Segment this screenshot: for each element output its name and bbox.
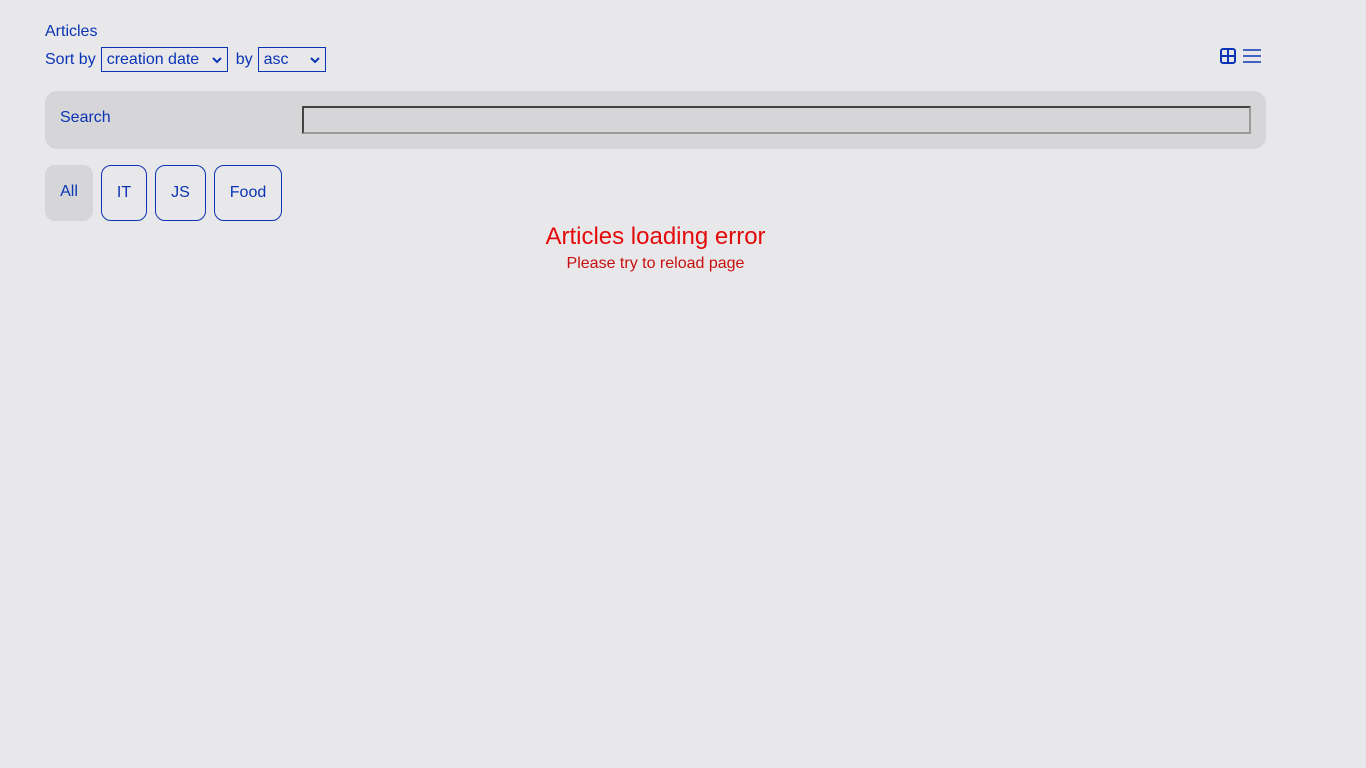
error-title: Articles loading error bbox=[545, 223, 766, 250]
tab-it[interactable]: IT bbox=[101, 165, 147, 221]
list-view-button[interactable] bbox=[1243, 45, 1261, 67]
sort-field-select[interactable]: creation date bbox=[100, 47, 228, 72]
tab-label: JS bbox=[171, 184, 190, 201]
sort-field-value: creation date bbox=[106, 50, 200, 68]
sort-controls: Sort by creation date by asc bbox=[45, 47, 326, 72]
sort-by-label: Sort by bbox=[45, 50, 96, 68]
sort-order-select[interactable]: asc bbox=[257, 47, 326, 72]
list-icon bbox=[1243, 49, 1261, 63]
tab-js[interactable]: JS bbox=[155, 165, 206, 221]
category-tabs: All IT JS Food bbox=[45, 165, 282, 221]
tab-food[interactable]: Food bbox=[214, 165, 282, 221]
articles-page: Articles Sort by creation date by asc Se… bbox=[0, 0, 1366, 768]
tab-all[interactable]: All bbox=[45, 165, 93, 221]
sort-order-value: asc bbox=[263, 50, 289, 68]
grid-icon bbox=[1220, 48, 1236, 64]
search-input[interactable] bbox=[302, 106, 1251, 134]
chevron-down-icon bbox=[309, 57, 320, 64]
tab-label: Food bbox=[229, 184, 267, 201]
error-message: Articles loading error Please try to rel… bbox=[45, 222, 1266, 275]
order-by-label: by bbox=[235, 50, 253, 68]
page-title: Articles bbox=[45, 23, 98, 40]
tile-view-button[interactable] bbox=[1219, 45, 1237, 67]
tab-label: IT bbox=[116, 184, 132, 201]
chevron-down-icon bbox=[211, 57, 222, 64]
tab-label: All bbox=[60, 183, 78, 200]
view-switcher bbox=[1219, 45, 1261, 67]
search-panel: Search bbox=[45, 91, 1266, 149]
search-label: Search bbox=[60, 109, 111, 126]
error-subtitle: Please try to reload page bbox=[566, 255, 745, 272]
